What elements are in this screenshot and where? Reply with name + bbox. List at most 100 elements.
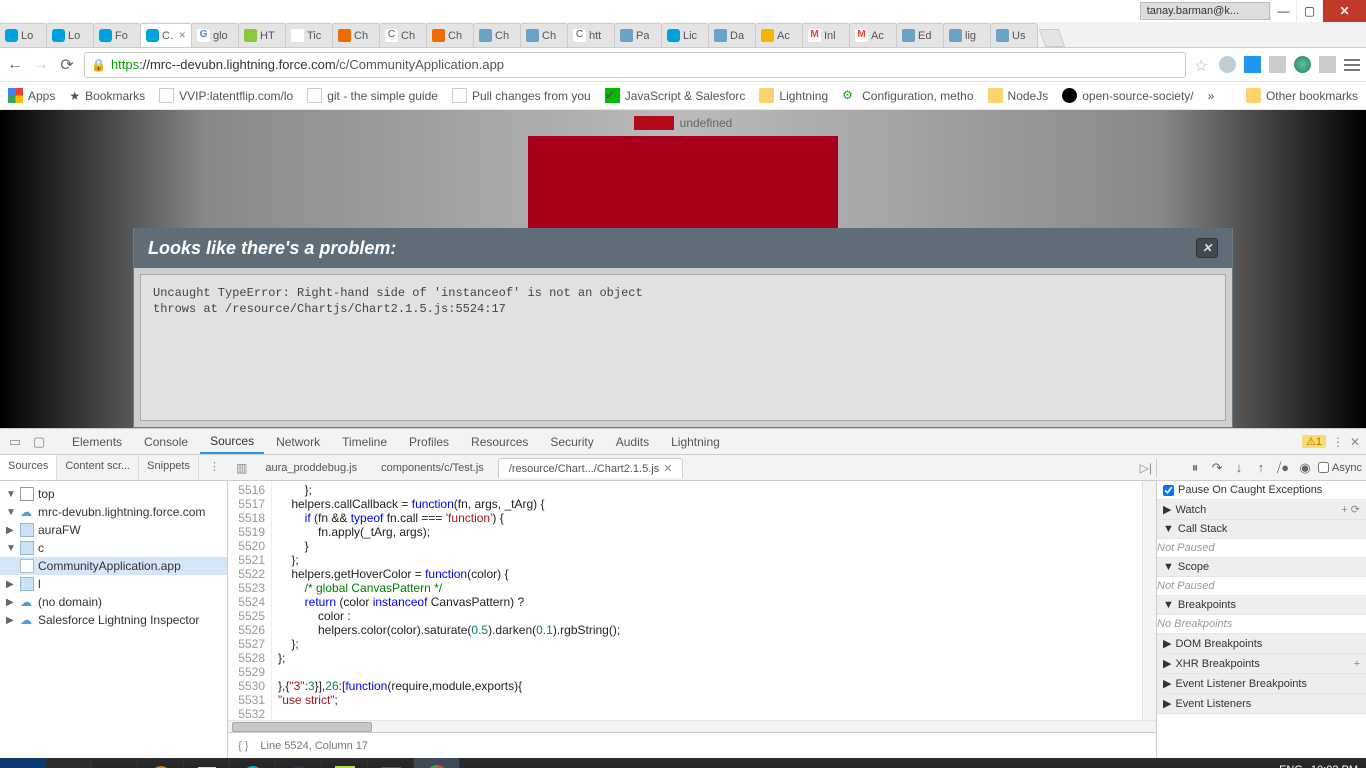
devtools-tab-lightning[interactable]: Lightning [661,431,730,453]
chrome-profile-badge[interactable]: tanay.barman@k... [1140,2,1270,20]
pause-exceptions-button[interactable]: ◉ [1296,459,1314,477]
source-file-test[interactable]: components/c/Test.js [371,459,494,477]
star-icon[interactable]: ☆ [1194,56,1211,73]
close-icon[interactable]: ✕ [663,463,672,475]
browser-tab-13[interactable]: Pa [614,23,662,47]
taskbar-apps[interactable]: ▦ [92,758,138,768]
sources-more-icon[interactable]: ⋮ [199,455,228,480]
sources-tree[interactable]: ▼top▼☁mrc-devubn.lightning.force.com▶aur… [0,481,228,758]
bookmark-git[interactable]: git - the simple guide [307,88,438,103]
bookmark-overflow-button[interactable]: » [1208,89,1215,103]
pause-on-exceptions-row[interactable]: Pause On Caught Exceptions [1157,481,1366,500]
step-over-button[interactable]: ↷ [1208,459,1226,477]
browser-tab-21[interactable]: Us [990,23,1038,47]
browser-tab-0[interactable]: Lo [0,23,47,47]
browser-tab-14[interactable]: Lic [661,23,709,47]
taskbar-eclipse[interactable] [276,758,322,768]
ext-grey-icon[interactable] [1269,56,1286,73]
back-button[interactable]: ← [6,56,24,74]
taskbar-winrar[interactable] [368,758,414,768]
code-editor[interactable]: 5516551755185519552055215522552355245525… [228,481,1156,758]
browser-tab-6[interactable]: Tic [285,23,333,47]
taskbar-skype[interactable]: S [230,758,276,768]
tab-close-icon[interactable]: ✕ [178,30,186,41]
async-checkbox[interactable] [1318,462,1329,473]
other-bookmarks-button[interactable]: Other bookmarks [1246,88,1358,103]
dom-bp-header[interactable]: ▶ DOM Breakpoints [1157,634,1366,654]
bookmark-pull[interactable]: Pull changes from you [452,88,591,103]
breakpoints-header[interactable]: ▼ Breakpoints [1157,596,1366,615]
window-maximize-button[interactable]: ▢ [1296,0,1322,22]
ext-cloud-icon[interactable] [1219,56,1236,73]
browser-tab-4[interactable]: Gglo [191,23,239,47]
step-out-button[interactable]: ↑ [1252,459,1270,477]
devtools-more-icon[interactable]: ⋮ [1332,435,1344,449]
bookmark-lightning[interactable]: Lightning [759,88,828,103]
browser-tab-8[interactable]: CCh [379,23,427,47]
tree-row-3[interactable]: ▼c [0,539,227,557]
devtools-close-icon[interactable]: ✕ [1350,435,1360,449]
browser-tab-3[interactable]: Co✕ [140,23,192,47]
taskbar-chrome[interactable] [414,758,460,768]
warning-badge[interactable]: ⚠1 [1302,435,1326,448]
pause-exceptions-checkbox[interactable] [1163,485,1174,496]
tree-row-7[interactable]: ▶☁Salesforce Lightning Inspector [0,611,227,629]
step-into-button[interactable]: ↓ [1230,459,1248,477]
bookmark-bookmarks[interactable]: ★Bookmarks [69,89,145,103]
horizontal-scrollbar[interactable] [228,720,1156,732]
taskbar-firefox[interactable] [138,758,184,768]
apps-button[interactable]: Apps [8,88,55,103]
devtools-tab-security[interactable]: Security [540,431,603,453]
keyboard-indicator[interactable]: ENGINTL [1279,764,1303,768]
reload-button[interactable]: ⟳ [58,56,76,74]
window-minimize-button[interactable]: — [1270,0,1296,22]
browser-tab-16[interactable]: Ac [755,23,803,47]
browser-tab-9[interactable]: Ch [426,23,474,47]
nav-toggle-icon[interactable]: ▥ [232,461,251,475]
callstack-header[interactable]: ▼ Call Stack [1157,520,1366,539]
tree-row-6[interactable]: ▶☁(no domain) [0,593,227,611]
sources-tab-snippets[interactable]: Snippets [139,455,199,480]
taskbar-explorer[interactable]: 📁 [46,758,92,768]
start-button[interactable] [0,758,46,768]
browser-tab-12[interactable]: Chtt [567,23,615,47]
browser-tab-20[interactable]: lig [943,23,991,47]
browser-tab-1[interactable]: Lo [46,23,94,47]
tree-row-0[interactable]: ▼top [0,485,227,503]
address-bar[interactable]: 🔒 https ://mrc--devubn.lightning.force.c… [84,52,1186,78]
browser-tab-7[interactable]: Ch [332,23,380,47]
taskbar-notepadpp[interactable] [322,758,368,768]
pause-script-button[interactable]: ⏸ [1186,459,1204,477]
browser-tab-5[interactable]: HT [238,23,286,47]
inspect-element-icon[interactable]: ▭ [6,433,24,451]
forward-button[interactable]: → [32,56,50,74]
tree-row-4[interactable]: CommunityApplication.app [0,557,227,575]
window-close-button[interactable]: ✕ [1322,0,1366,22]
source-file-chart[interactable]: /resource/Chart.../Chart2.1.5.js✕ [498,458,684,478]
bookmark-oss[interactable]: open-source-society/ [1062,88,1193,103]
devtools-tab-sources[interactable]: Sources [200,430,264,454]
new-tab-button[interactable] [1039,29,1066,47]
devtools-tab-elements[interactable]: Elements [62,431,132,453]
tree-row-5[interactable]: ▶l [0,575,227,593]
ext-globe-icon[interactable] [1294,56,1311,73]
browser-tab-2[interactable]: Fo [93,23,141,47]
devtools-tab-profiles[interactable]: Profiles [399,431,459,453]
devtools-tab-console[interactable]: Console [134,431,198,453]
watch-header[interactable]: ▶ Watch+ ⟳ [1157,500,1366,520]
browser-tab-10[interactable]: Ch [473,23,521,47]
devtools-tab-network[interactable]: Network [266,431,330,453]
browser-tab-15[interactable]: Da [708,23,756,47]
browser-tab-19[interactable]: Ed [896,23,944,47]
braces-icon[interactable]: { } [238,740,248,752]
bookmark-vvip[interactable]: VVIP:latentflip.com/lo [159,88,293,103]
taskbar-notes[interactable] [184,758,230,768]
xhr-bp-header[interactable]: ▶ XHR Breakpoints+ [1157,654,1366,674]
devtools-tab-audits[interactable]: Audits [606,431,659,453]
deactivate-bp-button[interactable]: ⧸● [1274,459,1292,477]
sources-tab-sources[interactable]: Sources [0,455,57,480]
browser-tab-17[interactable]: MInl [802,23,850,47]
device-toggle-icon[interactable]: ▢ [30,433,48,451]
error-dialog-close-button[interactable]: ✕ [1196,238,1218,258]
source-file-aura[interactable]: aura_proddebug.js [255,459,367,477]
